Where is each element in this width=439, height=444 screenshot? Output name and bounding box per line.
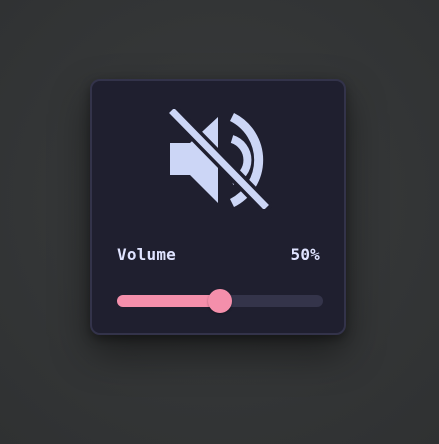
volume-slider-thumb[interactable] <box>208 289 232 313</box>
volume-slider-fill <box>117 295 220 307</box>
volume-slider[interactable] <box>117 289 323 313</box>
volume-card: Volume 50% <box>90 79 346 335</box>
volume-percentage: 50% <box>290 244 320 264</box>
volume-label: Volume <box>117 244 176 264</box>
volume-label-row: Volume 50% <box>117 244 320 264</box>
speaker-muted-icon[interactable] <box>168 109 272 209</box>
